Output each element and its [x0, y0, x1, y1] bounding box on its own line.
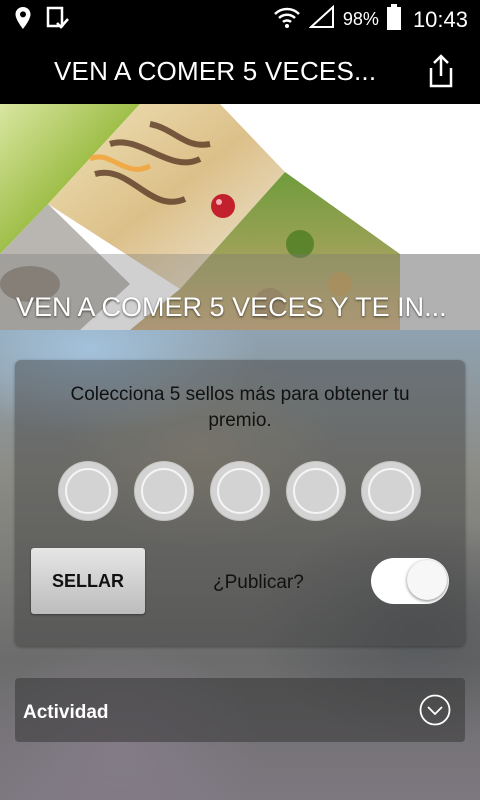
location-pin-icon — [14, 6, 32, 35]
stamp-slot-4 — [287, 462, 345, 520]
publish-label: ¿Publicar? — [213, 572, 304, 593]
wifi-icon — [273, 5, 301, 34]
expand-activity-button[interactable] — [419, 694, 451, 726]
activity-section[interactable]: Actividad — [15, 678, 465, 742]
activity-label: Actividad — [23, 702, 109, 723]
publish-toggle[interactable] — [371, 558, 449, 604]
clock: 10:43 — [412, 6, 468, 32]
stamp-slot-1 — [59, 462, 117, 520]
toggle-knob — [407, 560, 447, 600]
sellar-button[interactable]: SELLAR — [31, 548, 145, 614]
hero-caption: VEN A COMER 5 VECES Y TE IN... — [16, 292, 447, 322]
status-bar: 98% 10:43 — [0, 0, 480, 38]
app-bar: VEN A COMER 5 VECES... — [0, 38, 480, 104]
stamp-slot-2 — [135, 462, 193, 520]
stamp-card-message: Colecciona 5 sellos más para obtener tu … — [70, 384, 410, 431]
hero-banner[interactable]: VEN A COMER 5 VECES Y TE IN... — [0, 104, 480, 330]
battery-icon — [386, 4, 401, 35]
chevron-down-circle-icon — [419, 694, 451, 726]
task-check-icon — [46, 6, 70, 35]
stamp-slot-3 — [211, 462, 269, 520]
stamp-card: Colecciona 5 sellos más para obtener tu … — [15, 360, 465, 646]
share-button[interactable] — [424, 53, 458, 89]
battery-percentage: 98% — [342, 9, 379, 29]
share-icon — [429, 54, 453, 88]
stamp-slot-5 — [362, 462, 420, 520]
page-title: VEN A COMER 5 VECES... — [54, 56, 377, 86]
signal-icon — [308, 4, 335, 34]
